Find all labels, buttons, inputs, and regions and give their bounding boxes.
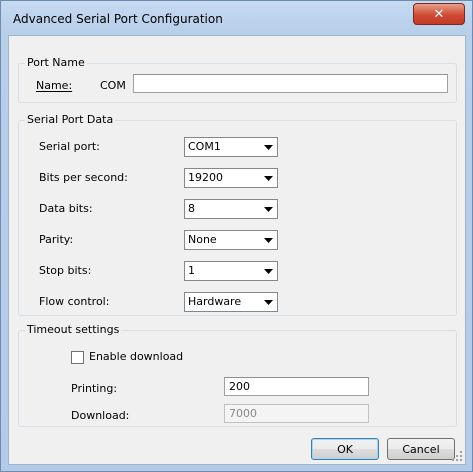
parity-label: Parity: <box>39 233 74 246</box>
chevron-down-icon <box>260 170 276 186</box>
printing-value: 200 <box>229 380 250 393</box>
port-name-group-label: Port Name <box>25 56 87 69</box>
download-input: 7000 <box>224 404 369 423</box>
serial-port-select[interactable]: COM1 <box>184 137 278 157</box>
data-bits-label: Data bits: <box>39 202 93 215</box>
timeout-settings-group: Timeout settings Enable download Printin… <box>18 323 457 427</box>
chevron-down-icon <box>260 201 276 217</box>
enable-download-checkbox[interactable] <box>71 351 84 364</box>
ok-button-label: OK <box>337 442 353 456</box>
port-name-input[interactable] <box>133 74 448 93</box>
serial-port-value: COM1 <box>188 140 221 153</box>
cancel-button[interactable]: Cancel <box>387 438 455 460</box>
dialog-client-area: Port Name Name: COM Serial Port Data Ser… <box>8 35 466 465</box>
dialog-window: Advanced Serial Port Configuration ✕ Por… <box>0 0 473 472</box>
download-value: 7000 <box>229 407 257 420</box>
serial-port-label: Serial port: <box>39 140 100 153</box>
serial-port-data-group: Serial Port Data Serial port: COM1 Bits … <box>18 113 457 316</box>
ok-button[interactable]: OK <box>311 438 379 460</box>
chevron-down-icon <box>260 294 276 310</box>
cancel-button-label: Cancel <box>402 442 440 456</box>
name-prefix: COM <box>100 79 126 92</box>
chevron-down-icon <box>260 139 276 155</box>
printing-label: Printing: <box>71 382 118 395</box>
name-label-text: Name: <box>36 79 73 92</box>
bits-per-second-select[interactable]: 19200 <box>184 168 278 188</box>
chevron-down-icon <box>260 232 276 248</box>
data-bits-value: 8 <box>188 202 195 215</box>
serial-port-data-group-label: Serial Port Data <box>25 113 116 126</box>
window-title: Advanced Serial Port Configuration <box>13 12 223 26</box>
stop-bits-label: Stop bits: <box>39 264 92 277</box>
parity-select[interactable]: None <box>184 230 278 250</box>
stop-bits-select[interactable]: 1 <box>184 261 278 281</box>
printing-input[interactable]: 200 <box>224 377 369 396</box>
chevron-down-icon <box>260 263 276 279</box>
bits-per-second-value: 19200 <box>188 171 223 184</box>
close-button[interactable]: ✕ <box>413 3 465 25</box>
name-label: Name: <box>36 79 72 92</box>
flow-control-select[interactable]: Hardware <box>184 292 278 312</box>
data-bits-select[interactable]: 8 <box>184 199 278 219</box>
stop-bits-value: 1 <box>188 264 195 277</box>
title-bar[interactable]: Advanced Serial Port Configuration ✕ <box>1 1 472 35</box>
timeout-settings-group-label: Timeout settings <box>25 323 122 336</box>
resize-grip-icon[interactable] <box>452 451 462 461</box>
parity-value: None <box>188 233 217 246</box>
port-name-group: Port Name Name: COM <box>18 56 457 103</box>
flow-control-label: Flow control: <box>39 295 110 308</box>
flow-control-value: Hardware <box>188 295 242 308</box>
close-icon: ✕ <box>433 6 445 22</box>
bits-per-second-label: Bits per second: <box>39 171 128 184</box>
enable-download-label[interactable]: Enable download <box>89 350 183 363</box>
download-label: Download: <box>71 409 130 422</box>
